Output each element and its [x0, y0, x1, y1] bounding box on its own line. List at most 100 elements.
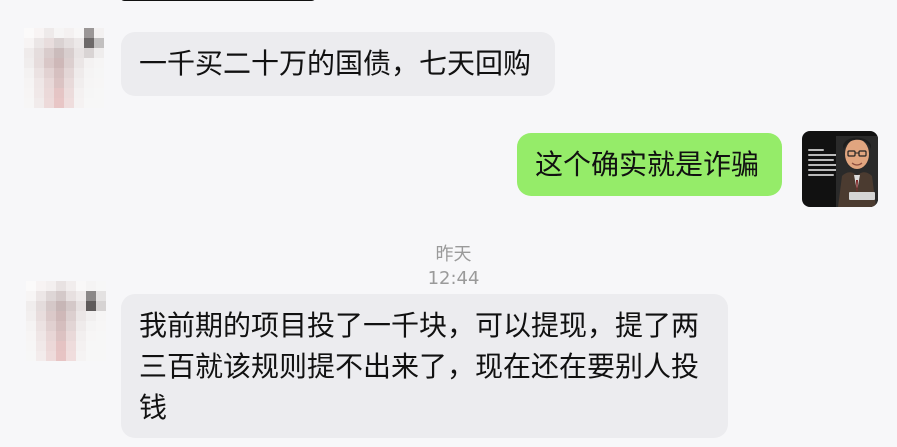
avatar-pixel: [66, 301, 76, 311]
avatar-pixel: [34, 78, 44, 88]
avatar-pixel: [46, 291, 56, 301]
avatar-pixel: [74, 38, 84, 48]
avatar-pixel: [96, 341, 106, 351]
contact-avatar[interactable]: [24, 28, 104, 108]
avatar-pixel: [84, 98, 94, 108]
avatar-pixel: [64, 58, 74, 68]
avatar-pixel: [94, 68, 104, 78]
avatar-pixel: [86, 311, 96, 321]
message-timestamp: 昨天 12:44: [427, 244, 480, 289]
avatar-pixel: [84, 28, 94, 38]
avatar-pixel: [54, 98, 64, 108]
avatar-pixel: [86, 301, 96, 311]
avatar-pixel: [76, 291, 86, 301]
avatar-pixel: [86, 281, 96, 291]
avatar-pixel: [54, 58, 64, 68]
avatar-pixel: [46, 301, 56, 311]
previous-message-fragment: [120, 0, 316, 1]
avatar-pixel: [46, 341, 56, 351]
caption-line: [808, 154, 839, 156]
avatar-pixel: [84, 88, 94, 98]
avatar-pixel: [76, 331, 86, 341]
avatar-pixel: [26, 311, 36, 321]
avatar-pixel: [34, 38, 44, 48]
avatar-pixel: [94, 58, 104, 68]
avatar-pixel: [44, 58, 54, 68]
avatar-pixel: [56, 341, 66, 351]
avatar-pixel: [36, 281, 46, 291]
avatar-pixel: [34, 58, 44, 68]
avatar-pixel: [56, 321, 66, 331]
avatar-pixel: [64, 78, 74, 88]
avatar-pixel: [96, 281, 106, 291]
avatar-pixel: [56, 331, 66, 341]
avatar-pixel: [84, 78, 94, 88]
avatar-pixel: [74, 48, 84, 58]
avatar-pixel: [96, 311, 106, 321]
avatar-pixel: [34, 98, 44, 108]
avatar-pixel: [86, 331, 96, 341]
avatar-pixel: [96, 301, 106, 311]
avatar-pixel: [66, 351, 76, 361]
avatar-pixel: [56, 351, 66, 361]
avatar-pixel: [54, 38, 64, 48]
avatar-pixel: [64, 48, 74, 58]
avatar-pixel: [66, 331, 76, 341]
avatar-pixel: [86, 341, 96, 351]
avatar-pixel: [34, 88, 44, 98]
incoming-message-bubble[interactable]: 一千买二十万的国债，七天回购: [121, 32, 555, 96]
avatar-pixel: [86, 351, 96, 361]
avatar-pixel: [46, 351, 56, 361]
avatar-pixel: [84, 48, 94, 58]
avatar-pixel: [84, 38, 94, 48]
contact-avatar[interactable]: [26, 281, 106, 361]
avatar-pixel: [84, 58, 94, 68]
caption-line: [808, 174, 834, 176]
avatar-pixel: [66, 321, 76, 331]
avatar-pixel: [26, 301, 36, 311]
avatar-pixel: [54, 78, 64, 88]
avatar-pixel: [64, 68, 74, 78]
avatar-pixel: [74, 58, 84, 68]
avatar-pixel: [24, 78, 34, 88]
avatar-pixel: [64, 88, 74, 98]
avatar-pixel: [36, 291, 46, 301]
avatar-pixel: [76, 301, 86, 311]
avatar-pixel: [76, 281, 86, 291]
avatar-pixel: [56, 311, 66, 321]
incoming-message-bubble[interactable]: 我前期的项目投了一千块，可以提现，提了两三百就该规则提不出来了，现在还在要别人投…: [121, 294, 728, 438]
avatar-pixel: [96, 351, 106, 361]
avatar-pixel: [36, 311, 46, 321]
avatar-pixel: [76, 341, 86, 351]
avatar-pixel: [56, 301, 66, 311]
avatar-pixel: [36, 351, 46, 361]
avatar-pixel: [66, 281, 76, 291]
avatar-pixel: [44, 28, 54, 38]
avatar-pixel: [36, 341, 46, 351]
avatar-pixel: [46, 281, 56, 291]
caption-line: [808, 159, 834, 161]
avatar-pixel: [24, 98, 34, 108]
avatar-pixel: [24, 28, 34, 38]
avatar-pixel: [54, 68, 64, 78]
avatar-pixel: [56, 281, 66, 291]
avatar-pixel: [26, 341, 36, 351]
avatar-pixel: [74, 98, 84, 108]
avatar-pixel: [34, 48, 44, 58]
outgoing-message-bubble[interactable]: 这个确实就是诈骗: [517, 133, 782, 196]
caption-line: [808, 169, 839, 171]
avatar-pixel: [44, 38, 54, 48]
avatar-pixel: [36, 331, 46, 341]
avatar-pixel: [96, 331, 106, 341]
avatar-pixel: [26, 321, 36, 331]
avatar-pixel: [34, 28, 44, 38]
avatar-pixel: [54, 28, 64, 38]
avatar-pixel: [54, 88, 64, 98]
avatar-pixel: [74, 88, 84, 98]
avatar-pixel: [94, 28, 104, 38]
self-avatar[interactable]: [802, 131, 878, 207]
avatar-pixel: [74, 28, 84, 38]
avatar-pixel: [44, 78, 54, 88]
avatar-pixel: [76, 311, 86, 321]
avatar-pixel: [36, 301, 46, 311]
